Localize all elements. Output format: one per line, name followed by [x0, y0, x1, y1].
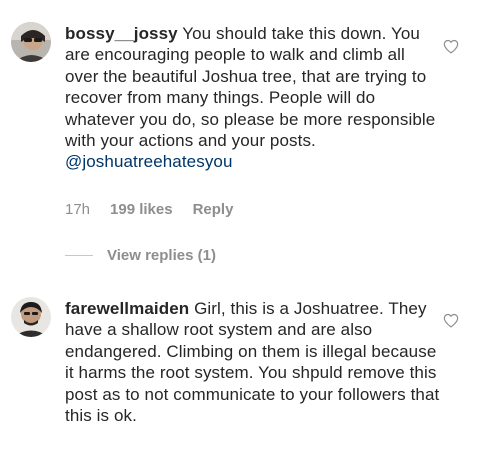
comment-body: farewellmaiden Girl, this is a Joshuatre…	[65, 298, 440, 426]
reply-button[interactable]: Reply	[193, 201, 234, 218]
replies-divider-line	[65, 255, 93, 256]
heart-outline-icon[interactable]	[443, 39, 459, 54]
comment-meta: 17h 199 likes Reply	[65, 201, 233, 218]
avatar-image	[11, 22, 51, 62]
view-replies-label: View replies (1)	[107, 247, 216, 264]
view-replies-button[interactable]: View replies (1)	[65, 247, 216, 264]
comment-body: bossy__jossy You should take this down. …	[65, 23, 440, 173]
avatar-image	[11, 297, 51, 337]
comment-mention-link[interactable]: @joshuatreehatesyou	[65, 152, 233, 171]
comment-username[interactable]: bossy__jossy	[65, 24, 178, 43]
comment-timestamp: 17h	[65, 201, 91, 218]
heart-outline-icon[interactable]	[443, 313, 459, 328]
avatar[interactable]	[11, 297, 51, 337]
avatar[interactable]	[11, 22, 51, 62]
comment-username[interactable]: farewellmaiden	[65, 299, 189, 318]
comment-likes-count[interactable]: 199 likes	[110, 201, 173, 218]
